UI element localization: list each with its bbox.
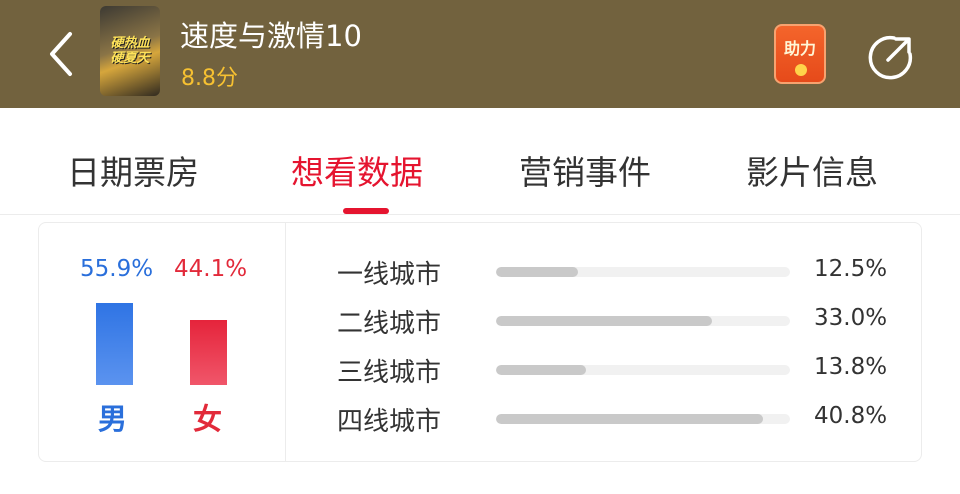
share-icon — [868, 35, 913, 80]
city-tier-track — [496, 316, 790, 326]
city-tier-fill — [496, 316, 712, 326]
poster-tagline-line2: 硬夏天 — [110, 51, 150, 66]
city-tier-percent: 12.5% — [814, 256, 888, 282]
city-tier-track — [496, 414, 790, 424]
tab-movie-info[interactable]: 影片信息 — [746, 146, 878, 194]
tab-daily-box-office[interactable]: 日期票房 — [67, 146, 199, 194]
city-tier-percent: 13.8% — [814, 354, 888, 380]
tab-want-to-see-data[interactable]: 想看数据 — [291, 146, 423, 194]
city-tier-name: 三线城市 — [337, 358, 442, 388]
city-tier-fill — [496, 414, 763, 424]
tab-marketing-events[interactable]: 营销事件 — [519, 146, 651, 194]
movie-title: 速度与激情10 — [180, 19, 362, 53]
city-tier-row: 一线城市 12.5% — [0, 254, 960, 294]
app-header: 硬热血 硬夏天 速度与激情10 8.8分 助力 — [0, 0, 960, 108]
boost-label: 助力 — [783, 39, 816, 58]
city-tier-track — [496, 365, 790, 375]
city-tier-name: 二线城市 — [337, 309, 442, 339]
city-tier-name: 一线城市 — [337, 260, 442, 290]
city-tier-row: 三线城市 13.8% — [0, 352, 960, 392]
back-button[interactable] — [40, 24, 90, 84]
share-button[interactable] — [864, 30, 918, 84]
city-tier-name: 四线城市 — [337, 407, 442, 437]
boost-button[interactable]: 助力 — [774, 24, 826, 84]
poster-tagline: 硬热血 硬夏天 — [100, 36, 160, 66]
chevron-left-icon — [50, 32, 72, 76]
tab-divider — [0, 214, 960, 215]
tab-bar: 日期票房 想看数据 营销事件 影片信息 — [0, 108, 960, 215]
city-tier-row: 四线城市 40.8% — [0, 401, 960, 441]
poster-tagline-line1: 硬热血 — [110, 36, 150, 51]
movie-rating: 8.8分 — [181, 66, 238, 91]
city-tier-track — [496, 267, 790, 277]
coin-icon — [795, 64, 807, 76]
city-tier-percent: 40.8% — [814, 403, 888, 429]
city-tier-row: 二线城市 33.0% — [0, 303, 960, 343]
city-tier-fill — [496, 267, 578, 277]
city-tier-fill — [496, 365, 587, 375]
city-tier-percent: 33.0% — [814, 305, 888, 331]
movie-poster[interactable]: 硬热血 硬夏天 — [100, 6, 160, 96]
